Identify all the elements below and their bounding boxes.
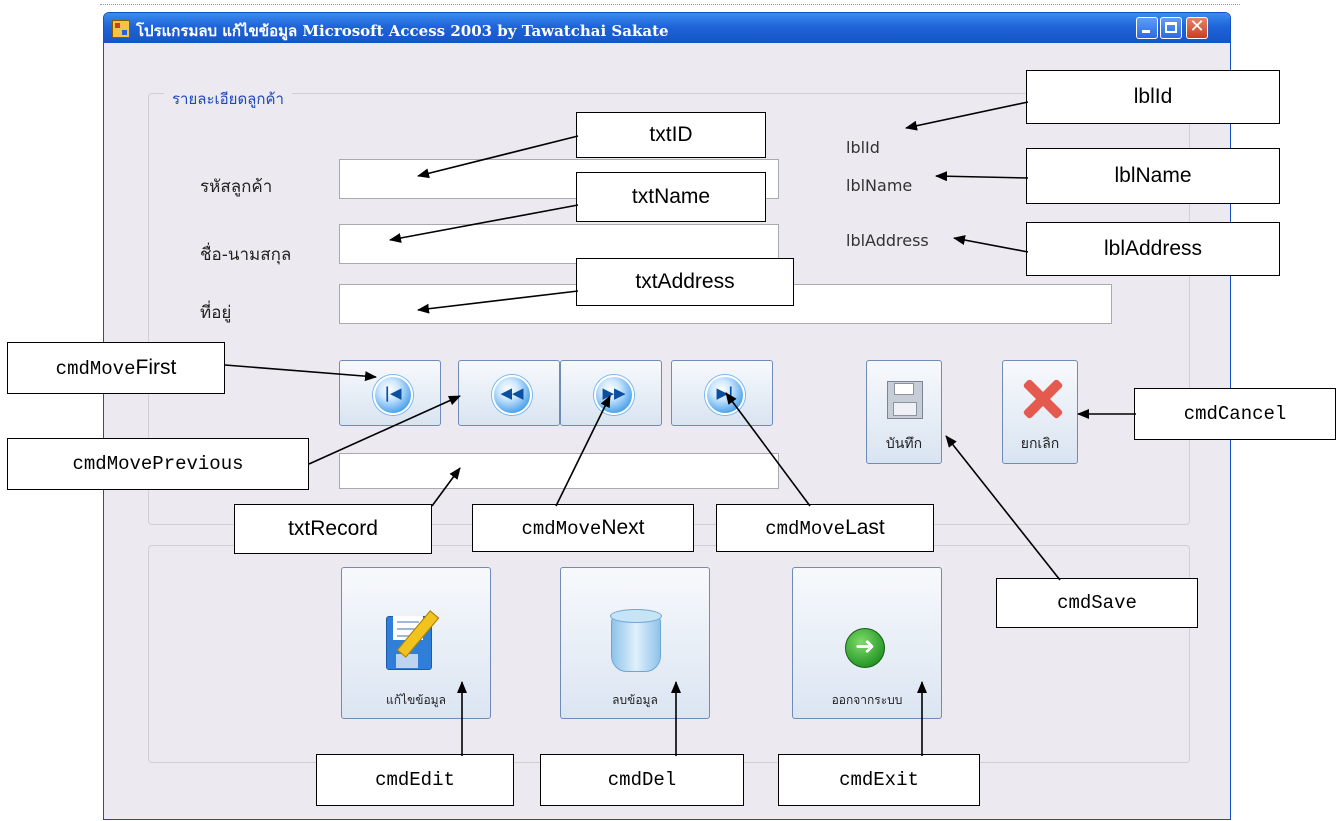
callout-cmdmovefirst-suffix: First — [135, 356, 177, 379]
callout-cmdmovenext-prefix: cmdMove — [521, 518, 602, 540]
move-previous-icon: ◀◀ — [492, 375, 532, 415]
maximize-button[interactable] — [1160, 17, 1182, 39]
txt-record-input[interactable] — [339, 453, 779, 489]
save-label: บันทึก — [885, 436, 923, 452]
trash-bin-icon — [610, 609, 662, 672]
callout-cmddel: cmdDel — [540, 754, 744, 806]
move-first-icon: |◀ — [373, 375, 413, 415]
callout-cmdmovelast-suffix: Last — [845, 516, 885, 539]
callout-cmdedit: cmdEdit — [316, 754, 514, 806]
exit-button[interactable]: ➜ ออกจากระบบ — [792, 567, 942, 719]
callout-lblid: lblId — [1026, 70, 1280, 124]
callout-cmdmovelast: cmdMoveLast — [716, 504, 934, 552]
lbl-id: lblId — [846, 138, 880, 157]
callout-cmdcancel: cmdCancel — [1134, 388, 1336, 440]
move-first-button[interactable]: |◀ — [339, 360, 441, 426]
delete-button[interactable]: ลบข้อมูล — [560, 567, 710, 719]
callout-cmdmovenext-suffix: Next — [601, 516, 645, 539]
callout-cmdmovefirst-prefix: cmdMove — [55, 358, 136, 380]
maximize-icon — [1165, 22, 1177, 33]
close-button[interactable]: ✕ — [1186, 16, 1208, 39]
callout-cmdsave: cmdSave — [996, 578, 1198, 628]
address-label: ที่อยู่ — [200, 303, 232, 323]
callout-txtaddress: txtAddress — [576, 258, 794, 306]
window-title: โปรแกรมลบ แก้ไขข้อมูล Microsoft Access 2… — [136, 22, 669, 40]
minimize-icon — [1142, 30, 1150, 33]
customer-id-label: รหัสลูกค้า — [200, 177, 273, 197]
lbl-name: lblName — [846, 176, 913, 195]
callout-lbladdress: lblAddress — [1026, 222, 1280, 276]
edit-document-icon — [386, 608, 444, 670]
save-button[interactable]: บันทึก — [866, 360, 942, 464]
floppy-save-icon — [887, 381, 923, 419]
delete-label: ลบข้อมูล — [612, 693, 658, 707]
cancel-label: ยกเลิก — [1020, 436, 1060, 452]
edit-button[interactable]: แก้ไขข้อมูล — [341, 567, 491, 719]
group-title: รายละเอียดลูกค้า — [164, 87, 292, 111]
move-last-icon: ▶| — [705, 375, 745, 415]
move-last-button[interactable]: ▶| — [671, 360, 773, 426]
exit-arrow-icon: ➜ — [845, 628, 885, 668]
callout-txtid: txtID — [576, 112, 766, 158]
lbl-address: lblAddress — [846, 231, 929, 250]
callout-cmdmovenext: cmdMoveNext — [472, 504, 694, 552]
close-icon: ✕ — [1189, 16, 1205, 37]
move-next-button[interactable]: ▶▶ — [560, 360, 662, 426]
callout-cmdmovefirst: cmdMoveFirst — [7, 342, 225, 394]
callout-cmdmovelast-prefix: cmdMove — [765, 518, 846, 540]
minimize-button[interactable] — [1136, 17, 1158, 39]
name-label: ชื่อ-นามสกุล — [200, 245, 292, 265]
cancel-button[interactable]: ยกเลิก — [1002, 360, 1078, 464]
callout-txtname: txtName — [576, 172, 766, 222]
app-icon — [112, 20, 130, 38]
cancel-x-icon — [1019, 377, 1063, 421]
exit-label: ออกจากระบบ — [831, 693, 903, 707]
callout-txtrecord: txtRecord — [234, 504, 432, 554]
edit-label: แก้ไขข้อมูล — [386, 693, 446, 707]
move-previous-button[interactable]: ◀◀ — [458, 360, 560, 426]
callout-lblname: lblName — [1026, 148, 1280, 204]
top-dotted-line — [100, 4, 1240, 5]
callout-cmdmoveprevious: cmdMovePrevious — [7, 438, 309, 490]
title-bar[interactable]: โปรแกรมลบ แก้ไขข้อมูล Microsoft Access 2… — [104, 13, 1230, 43]
move-next-icon: ▶▶ — [594, 375, 634, 415]
callout-cmdexit: cmdExit — [778, 754, 980, 806]
